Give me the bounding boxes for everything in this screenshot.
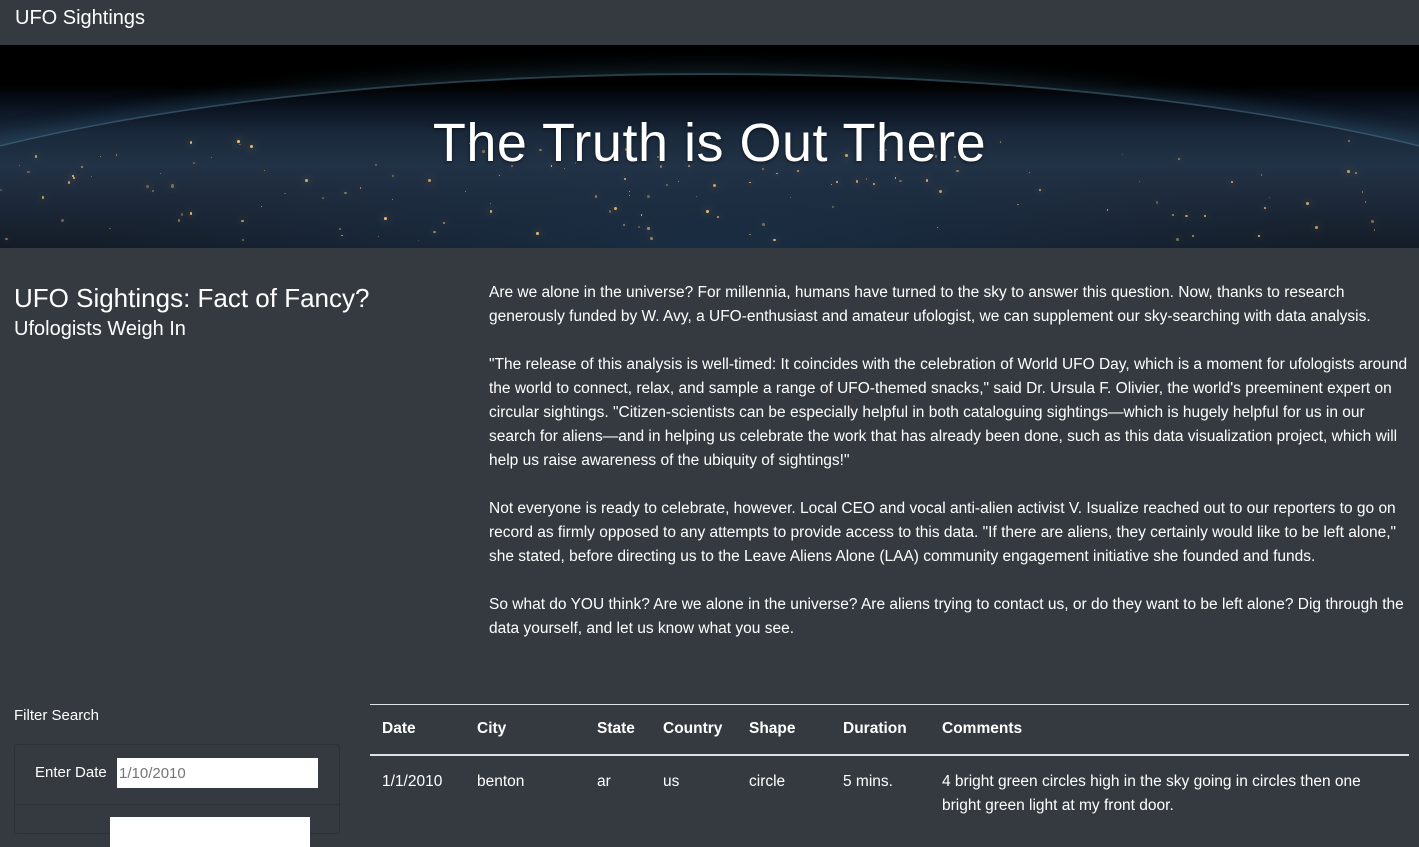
city-light-dot <box>865 178 868 180</box>
city-light-dot <box>647 227 650 230</box>
city-light-dot <box>1263 207 1266 209</box>
city-light-dot <box>383 216 387 220</box>
city-light-dot <box>305 179 308 182</box>
city-light-dot <box>1155 201 1158 204</box>
city-light-dot <box>622 223 625 226</box>
city-light-dot <box>489 210 493 213</box>
cell-state: ar <box>597 772 611 790</box>
cell-shape: circle <box>749 772 786 790</box>
city-light-dot <box>1185 214 1188 218</box>
navbar-brand-link[interactable]: UFO Sightings <box>15 6 145 30</box>
city-light-dot <box>391 175 394 177</box>
city-light-dot <box>1370 219 1374 223</box>
cell-city: benton <box>477 772 525 790</box>
city-light-dot <box>706 210 709 213</box>
column-header-city: City <box>465 704 585 756</box>
column-header-shape: Shape <box>737 704 831 756</box>
cell-date: 1/1/2010 <box>382 772 443 790</box>
filter-panel: Enter Date <box>14 744 340 847</box>
filter-search-heading: Filter Search <box>14 707 100 724</box>
city-light-dot <box>665 184 668 186</box>
city-light-dot <box>72 175 75 177</box>
filter-date-row: Enter Date <box>15 745 339 805</box>
city-light-dot <box>1260 174 1263 176</box>
hero-banner: The Truth is Out There <box>0 45 1419 248</box>
column-header-duration: Duration <box>831 704 930 756</box>
article-body: Are we alone in the universe? For millen… <box>489 281 1409 665</box>
city-light-dot <box>359 187 361 189</box>
column-header-country: Country <box>651 704 737 756</box>
city-light-dot <box>789 196 791 198</box>
city-light-dot <box>1305 201 1309 205</box>
city-light-dot <box>241 219 244 222</box>
sightings-table-container: Date City State Country Shape Duration C… <box>370 704 1409 818</box>
article-paragraph: Not everyone is ready to celebrate, howe… <box>489 500 1397 565</box>
intro-subtitle: Ufologists Weigh In <box>14 318 186 340</box>
city-light-dot <box>608 210 612 213</box>
table-header-row: Date City State Country Shape Duration C… <box>370 704 1409 756</box>
city-light-dot <box>1175 238 1179 242</box>
city-light-dot <box>1039 189 1041 191</box>
city-light-dot <box>67 181 71 184</box>
city-light-dot <box>640 213 643 216</box>
sightings-table: Date City State Country Shape Duration C… <box>370 704 1409 818</box>
city-light-dot <box>1315 226 1318 229</box>
article-paragraph: Are we alone in the universe? For millen… <box>489 284 1371 325</box>
city-light-dot <box>433 230 436 234</box>
date-filter-input[interactable] <box>117 758 318 788</box>
city-light-dot <box>417 239 419 241</box>
city-light-dot <box>536 232 539 235</box>
city-light-dot <box>594 195 598 198</box>
city-light-dot <box>241 238 244 241</box>
city-light-dot <box>1268 196 1270 198</box>
intro-title: UFO Sightings: Fact of Fancy? <box>14 283 370 313</box>
cell-comments: 4 bright green circles high in the sky g… <box>942 772 1361 814</box>
filter-input-field[interactable] <box>110 817 310 847</box>
article-paragraph: So what do YOU think? Are we alone in th… <box>489 596 1404 637</box>
hero-title: The Truth is Out There <box>432 113 987 173</box>
navbar: UFO Sightings <box>0 0 1419 45</box>
column-header-date: Date <box>370 704 465 756</box>
city-light-dot <box>427 178 431 182</box>
city-light-dot <box>716 215 719 219</box>
column-header-state: State <box>585 704 651 756</box>
city-light-dot <box>0 188 3 191</box>
cell-duration: 5 mins. <box>843 772 893 790</box>
article-paragraph: "The release of this analysis is well-ti… <box>489 356 1408 469</box>
city-light-dot <box>151 189 154 192</box>
city-light-dot <box>321 196 324 199</box>
city-light-dot <box>1361 191 1363 193</box>
city-light-dot <box>5 237 8 241</box>
city-light-dot <box>628 194 630 196</box>
city-light-dot <box>836 181 838 183</box>
city-light-dot <box>623 177 626 180</box>
table-row: 1/1/2010 benton ar us circle 5 mins. 4 b… <box>370 755 1409 818</box>
column-header-comments: Comments <box>930 704 1409 756</box>
city-light-dot <box>855 180 859 183</box>
city-light-dot <box>762 223 765 226</box>
city-light-dot <box>628 190 631 192</box>
date-filter-label: Enter Date <box>35 764 107 781</box>
cell-country: us <box>663 772 680 790</box>
city-light-dot <box>613 207 617 211</box>
city-light-dot <box>925 179 929 182</box>
intro-heading: UFO Sightings: Fact of Fancy? Ufologists… <box>14 282 454 342</box>
